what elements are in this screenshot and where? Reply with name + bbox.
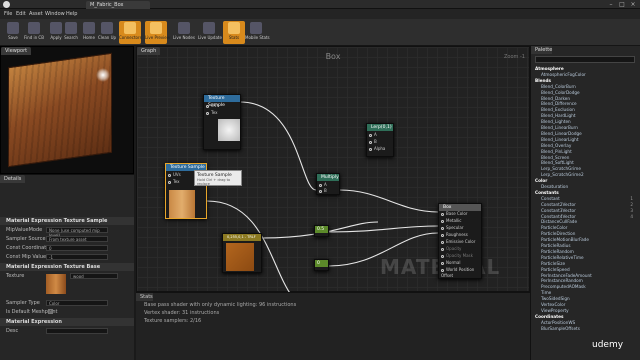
node-constant-2[interactable]: 0: [314, 259, 329, 271]
wire-ts1-mult: [239, 101, 317, 191]
pin-tex[interactable]: Tex: [206, 110, 218, 116]
pin-b[interactable]: B: [369, 139, 377, 145]
node-texture-sample-1[interactable]: Texture Sample UVs Tex: [203, 94, 241, 150]
stats-line: Base pass shader with only dynamic light…: [144, 302, 297, 308]
stats-line: Texture samplers: 2/16: [144, 318, 202, 324]
pin-roughness[interactable]: Roughness: [441, 232, 468, 238]
pin-tex[interactable]: Tex: [168, 179, 180, 185]
palette-item[interactable]: BlurSampleOffsets: [531, 326, 639, 332]
pin-b[interactable]: B: [319, 188, 327, 194]
wire-mult-basecolor: [339, 189, 439, 213]
stats-panel: Stats Base pass shader with only dynamic…: [136, 292, 530, 360]
node-constant-color[interactable]: 0,255,0,1 - TRLF: [222, 233, 262, 273]
node-tooltip: Texture Sample Hold Ctrl + drag to repla…: [194, 170, 242, 186]
stats-line: Vertex shader: 31 instructions: [144, 310, 220, 316]
node-material-result[interactable]: Box Base Color Metallic Specular Roughne…: [438, 203, 482, 279]
palette-panel: Palette Atmosphere AtmosphericFogColor Ble…: [530, 46, 640, 360]
wire-c2-roughness: [328, 232, 439, 267]
node-multiply[interactable]: Multiply A B: [316, 173, 340, 195]
node-lerp[interactable]: Lerp(0,1) A B Alpha: [366, 123, 394, 157]
stats-tab[interactable]: Stats: [136, 293, 153, 301]
pin-alpha[interactable]: Alpha: [369, 146, 385, 152]
palette-tab[interactable]: Palette: [531, 46, 553, 54]
pin-base-color[interactable]: Base Color: [441, 211, 467, 217]
noise-texture-preview: [218, 119, 240, 141]
palette-search-input[interactable]: [535, 56, 635, 63]
color-swatch: [226, 243, 254, 271]
pin-uvs[interactable]: UVs: [168, 172, 181, 178]
pin-specular[interactable]: Specular: [441, 225, 463, 231]
pin-opacity[interactable]: Opacity: [441, 246, 461, 252]
pin-uvs[interactable]: UVs: [206, 103, 219, 109]
pin-a[interactable]: A: [369, 132, 377, 138]
node-constant-1[interactable]: 0.5: [314, 225, 329, 237]
pin-emissive[interactable]: Emissive Color: [441, 239, 475, 245]
pin-world-position-offset[interactable]: World Position Offset: [441, 267, 481, 279]
pin-metallic[interactable]: Metallic: [441, 218, 461, 224]
pin-normal[interactable]: Normal: [441, 260, 460, 266]
pin-opacity-mask[interactable]: Opacity Mask: [441, 253, 473, 259]
wood-texture-preview: [169, 190, 195, 218]
udemy-watermark: udemy: [592, 340, 624, 350]
